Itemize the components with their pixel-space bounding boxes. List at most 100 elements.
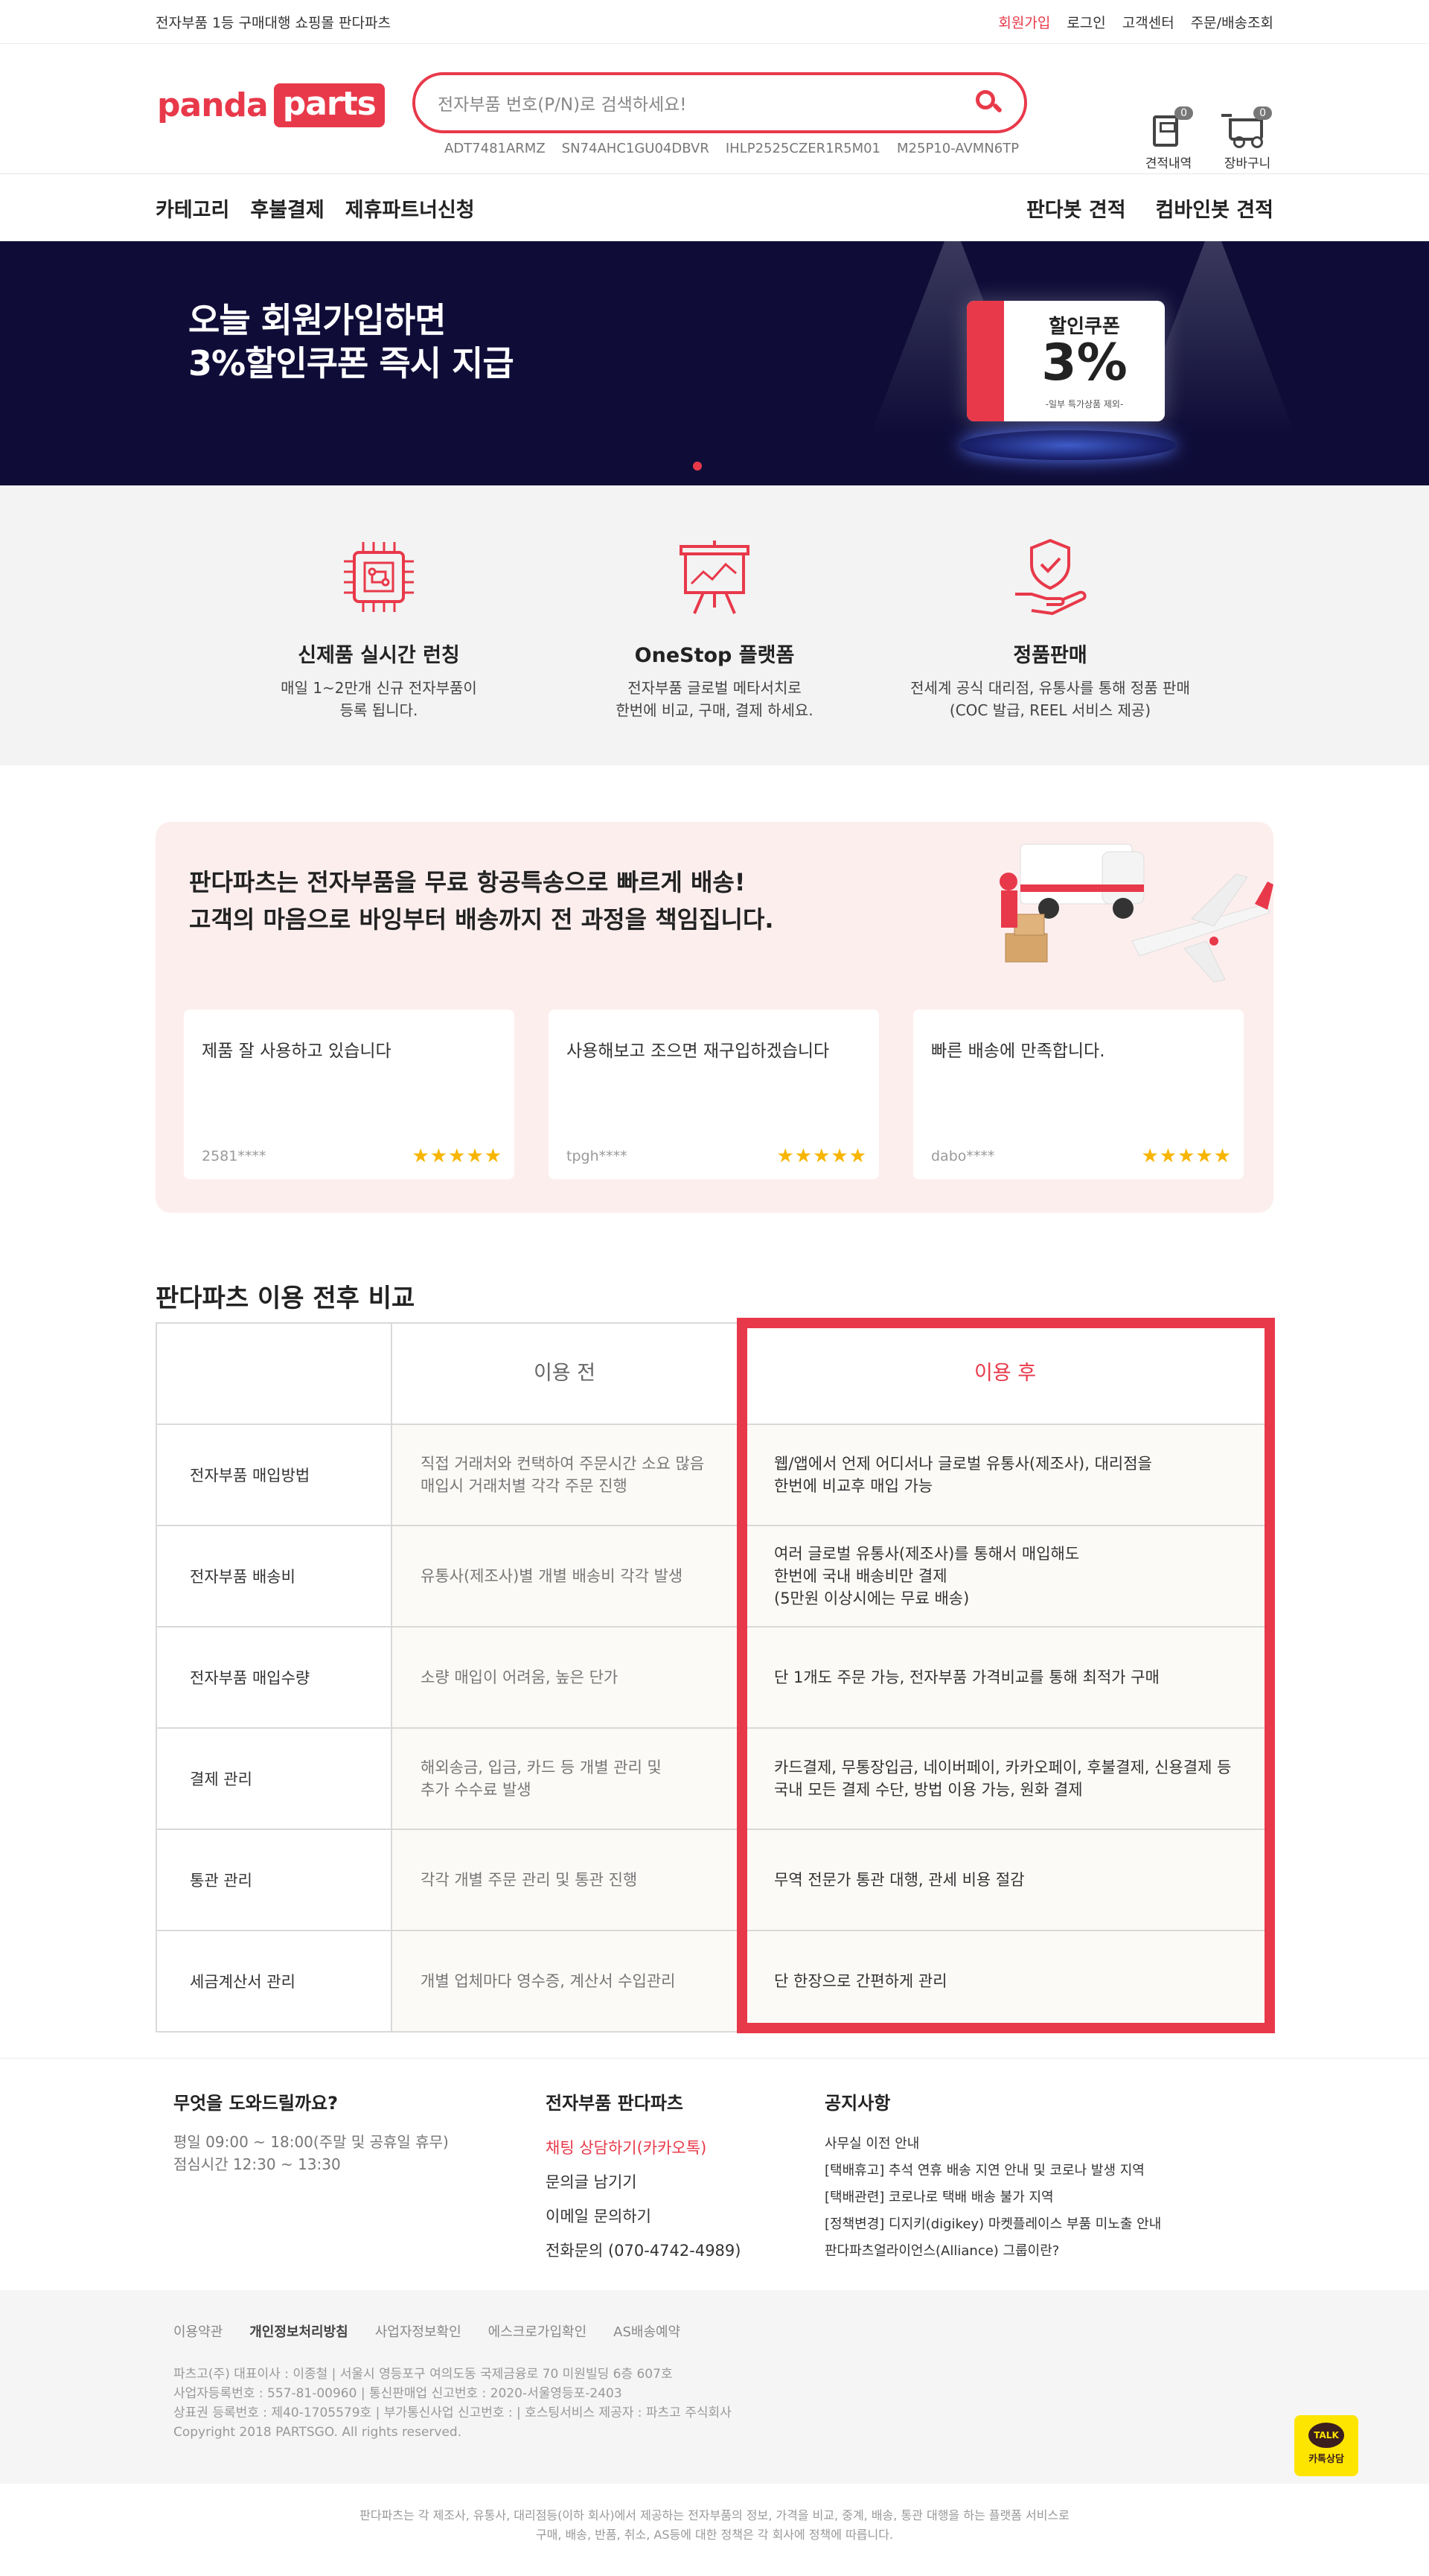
table-row: 세금계산서 관리 개별 업체마다 영수증, 계산서 수입관리 단 한장으로 간편… bbox=[156, 1930, 1273, 2033]
topbar-links: 회원가입 로그인 고객센터 주문/배송조회 bbox=[998, 12, 1273, 32]
before-cell: 소량 매입이 어려움, 높은 단가 bbox=[391, 1626, 738, 1729]
features-section: 신제품 실시간 런칭 매일 1~2만개 신규 전자부품이 등록 됩니다. One… bbox=[0, 485, 1429, 765]
lunch-hours: 점심시간 12:30 ~ 13:30 bbox=[173, 2155, 341, 2173]
logo-panda: panda bbox=[157, 86, 269, 124]
after-cell: 카드결제, 무통장입금, 네이버페이, 카카오페이, 후불결제, 신용결제 등국… bbox=[737, 1727, 1273, 1830]
kakao-chat-link[interactable]: 채팅 상담하기(카카오톡) bbox=[546, 2131, 741, 2165]
talk-label: 카톡상담 bbox=[1308, 2454, 1344, 2465]
top-bar: 전자부품 1등 구매대행 쇼핑몰 판다파츠 회원가입 로그인 고객센터 주문/배… bbox=[0, 0, 1429, 44]
escrow-link[interactable]: 에스크로가입확인 bbox=[488, 2321, 586, 2341]
after-cell: 무역 전문가 통관 대행, 관세 비용 절감 bbox=[737, 1829, 1273, 1931]
keyword-link[interactable]: ADT7481ARMZ bbox=[444, 141, 546, 156]
after-cell: 단 한장으로 간편하게 관리 bbox=[737, 1930, 1273, 2033]
delivery-headline-2: 고객의 마음으로 바잉부터 배송까지 전 과정을 책임집니다. bbox=[189, 905, 774, 934]
calculator-icon bbox=[1153, 115, 1178, 147]
login-link[interactable]: 로그인 bbox=[1067, 12, 1105, 32]
inquiry-link[interactable]: 문의글 남기기 bbox=[546, 2165, 741, 2199]
keyword-link[interactable]: SN74AHC1GU04DBVR bbox=[562, 141, 709, 156]
cart-label: 장바구니 bbox=[1224, 156, 1271, 171]
feature-desc: 등록 됩니다. bbox=[339, 701, 418, 719]
quote-history-button[interactable]: 0 견적내역 bbox=[1142, 106, 1195, 171]
after-cell: 여러 글로벌 유통사(제조사)를 통해서 매입해도 한번에 국내 배송비만 결제(… bbox=[737, 1525, 1273, 1627]
help-hours: 무엇을 도와드릴까요? 평일 09:00 ~ 18:00(주말 및 공휴일 휴무… bbox=[173, 2088, 449, 2175]
disclaimer: 판다파츠는 각 제조사, 유통사, 대리점등(이하 회사)에서 제공하는 전자부… bbox=[359, 2508, 1070, 2542]
keyword-link[interactable]: IHLP2525CZER1R5M01 bbox=[726, 141, 880, 156]
company-info: 파츠고(주) 대표이사 : 이종철 | 서울시 영등포구 여의도동 국제금융로 … bbox=[173, 2367, 732, 2440]
shield-hand-icon bbox=[1015, 538, 1087, 616]
nav-partner-apply[interactable]: 제휴파트너신청 bbox=[345, 194, 475, 223]
header-before: 이용 전 bbox=[391, 1322, 738, 1425]
star-rating-icon: ★★★★★ bbox=[776, 1145, 867, 1167]
keyword-link[interactable]: M25P10-AVMN6TP bbox=[897, 141, 1019, 156]
privacy-link[interactable]: 개인정보처리방침 bbox=[249, 2321, 348, 2341]
search-input[interactable]: 전자부품 번호(P/N)로 검색하세요! bbox=[438, 90, 974, 115]
before-cell: 해외송금, 입금, 카드 등 개별 관리 및 추가 수수료 발생 bbox=[391, 1727, 738, 1830]
header-after: 이용 후 bbox=[737, 1322, 1273, 1425]
feature-desc: 한번에 비교, 구매, 결제 하세요. bbox=[616, 701, 813, 719]
nav-combinebot-quote[interactable]: 컴바인봇 견적 bbox=[1156, 194, 1273, 223]
cart-button[interactable]: 0 장바구니 bbox=[1221, 106, 1273, 171]
star-rating-icon: ★★★★★ bbox=[1141, 1145, 1232, 1167]
row-label: 결제 관리 bbox=[156, 1727, 392, 1830]
banner-headline-2: 3%할인쿠폰 즉시 지급 bbox=[188, 343, 514, 383]
table-header-row: 이용 전 이용 후 bbox=[156, 1322, 1273, 1425]
review-user: 2581**** bbox=[202, 1148, 266, 1164]
coupon-note: -일부 특가상품 제외- bbox=[1045, 399, 1124, 409]
footer: 이용약관 개인정보처리방침 사업자정보확인 에스크로가입확인 AS배송예약 파츠… bbox=[0, 2290, 1429, 2484]
feature-title: 정품판매 bbox=[1013, 644, 1087, 667]
row-label: 세금계산서 관리 bbox=[156, 1930, 392, 2033]
after-cell: 웹/앱에서 언제 어디서나 글로벌 유통사(제조사), 대리점을 한번에 비교후 … bbox=[737, 1424, 1273, 1526]
carousel-dot[interactable] bbox=[693, 462, 702, 471]
review-text: 제품 잘 사용하고 있습니다 bbox=[202, 1042, 391, 1061]
nav-category[interactable]: 카테고리 bbox=[156, 194, 229, 223]
notice-list: 공지사항 사무실 이전 안내 [택배휴고] 추석 연휴 배송 지연 안내 및 코… bbox=[825, 2088, 1161, 2265]
quote-history-label: 견적내역 bbox=[1145, 156, 1192, 171]
search-icon[interactable] bbox=[974, 88, 1003, 118]
email-inquiry-link[interactable]: 이메일 문의하기 bbox=[546, 2199, 741, 2234]
feature-item: 정품판매 전세계 공식 대리점, 유통사를 통해 정품 판매 (COC 발급, … bbox=[901, 485, 1199, 721]
logo[interactable]: panda parts bbox=[157, 83, 385, 127]
notice-item[interactable]: [정책변경] 디지키(digikey) 마켓플레이스 부품 미노출 안내 bbox=[825, 2211, 1161, 2238]
before-cell: 각각 개별 주문 관리 및 통관 진행 bbox=[391, 1829, 738, 1931]
help-section: 무엇을 도와드릴까요? 평일 09:00 ~ 18:00(주말 및 공휴일 휴무… bbox=[0, 2058, 1429, 2290]
terms-link[interactable]: 이용약관 bbox=[173, 2321, 223, 2341]
nav-pandabot-quote[interactable]: 판다봇 견적 bbox=[1026, 194, 1126, 223]
order-tracking-link[interactable]: 주문/배송조회 bbox=[1191, 12, 1273, 32]
cart-count-badge: 0 bbox=[1253, 106, 1272, 120]
star-rating-icon: ★★★★★ bbox=[412, 1145, 502, 1167]
business-info-link[interactable]: 사업자정보확인 bbox=[375, 2321, 461, 2341]
customer-center-link[interactable]: 고객센터 bbox=[1122, 12, 1174, 32]
signup-link[interactable]: 회원가입 bbox=[998, 12, 1050, 32]
delivery-illustration bbox=[1000, 844, 1273, 983]
review-user: tpgh**** bbox=[566, 1148, 627, 1164]
coupon-card: 할인쿠폰 3% -일부 특가상품 제외- bbox=[967, 301, 1165, 421]
help-title: 무엇을 도와드릴까요? bbox=[173, 2093, 338, 2114]
phone-inquiry-link[interactable]: 전화문의 (070-4742-4989) bbox=[546, 2234, 741, 2268]
topbar-tagline: 전자부품 1등 구매대행 쇼핑몰 판다파츠 bbox=[156, 15, 391, 31]
notice-item[interactable]: 사무실 이전 안내 bbox=[825, 2131, 1161, 2158]
popular-keywords: ADT7481ARMZ SN74AHC1GU04DBVR IHLP2525CZE… bbox=[444, 141, 1019, 156]
nav-deferred-payment[interactable]: 후불결제 bbox=[250, 194, 324, 223]
promo-banner[interactable]: 오늘 회원가입하면 3%할인쿠폰 즉시 지급 할인쿠폰 3% -일부 특가상품 … bbox=[0, 241, 1429, 485]
search-bar[interactable]: 전자부품 번호(P/N)로 검색하세요! bbox=[412, 72, 1027, 133]
logo-parts: parts bbox=[273, 83, 385, 127]
delivery-headline-1: 판다파츠는 전자부품을 무료 항공특송으로 빠르게 배송! bbox=[189, 868, 746, 896]
notice-item[interactable]: [택배휴고] 추석 연휴 배송 지연 안내 및 코로나 발생 지역 bbox=[825, 2158, 1161, 2184]
table-row: 전자부품 매입수량 소량 매입이 어려움, 높은 단가 단 1개도 주문 가능,… bbox=[156, 1626, 1273, 1729]
banner-headline-1: 오늘 회원가입하면 bbox=[188, 300, 447, 340]
quote-count-badge: 0 bbox=[1174, 106, 1193, 120]
before-cell: 개별 업체마다 영수증, 계산서 수입관리 bbox=[391, 1930, 738, 2033]
notice-item[interactable]: [택배관련] 코로나로 택배 배송 불가 지역 bbox=[825, 2184, 1161, 2211]
notice-item[interactable]: 판다파츠얼라이언스(Alliance) 그룹이란? bbox=[825, 2238, 1161, 2265]
as-delivery-link[interactable]: AS배송예약 bbox=[613, 2321, 680, 2341]
review-list: 제품 잘 사용하고 있습니다 2581**** ★★★★★ 사용해보고 조으면 … bbox=[184, 1010, 1244, 1179]
comparison-table: 이용 전 이용 후 전자부품 매입방법 직접 거래처와 컨택하여 주문시간 소요… bbox=[156, 1322, 1273, 2033]
comparison-title: 판다파츠 이용 전후 비교 bbox=[156, 1284, 415, 1313]
before-cell: 직접 거래처와 컨택하여 주문시간 소요 많음 매입시 거래처별 각각 주문 진행 bbox=[391, 1424, 738, 1526]
chip-icon bbox=[344, 542, 414, 612]
kakao-talk-button[interactable]: TALK 카톡상담 bbox=[1294, 2415, 1358, 2476]
row-label: 전자부품 매입방법 bbox=[156, 1424, 392, 1526]
row-label: 통관 관리 bbox=[156, 1829, 392, 1931]
delivery-section: 판다파츠는 전자부품을 무료 항공특송으로 빠르게 배송! 고객의 마음으로 바… bbox=[156, 822, 1273, 1213]
presentation-icon bbox=[680, 541, 749, 614]
